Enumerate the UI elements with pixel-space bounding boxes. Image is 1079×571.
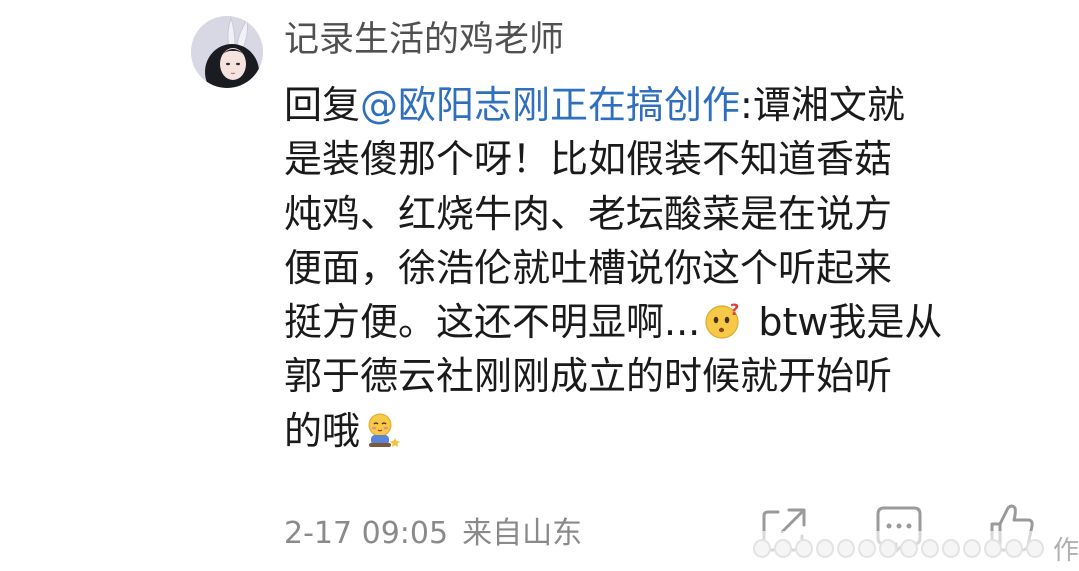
watermark-dot — [984, 538, 1002, 558]
reply-prefix: 回复 — [284, 83, 361, 127]
comment-line: 的哦 — [284, 404, 1054, 458]
comment-text: 回复@欧阳志刚正在搞创作:谭湘文就 是装傻那个呀！比如假装不知道香菇 炖鸡、红烧… — [284, 78, 1054, 458]
watermark-dot — [774, 538, 792, 558]
comment-meta: 2-17 09:05 来自山东 — [284, 514, 582, 554]
watermark-dot — [942, 538, 960, 558]
comment-line: 挺方便。这还不明显啊... ? btw我是从 — [284, 295, 1054, 349]
timestamp: 2-17 09:05 — [284, 516, 449, 551]
comment-line-text: btw我是从 — [746, 300, 943, 345]
watermark-dot — [858, 538, 876, 558]
doubt-emoji-icon: ? — [703, 301, 743, 341]
watermark-dot — [1026, 538, 1044, 558]
watermark-dot — [837, 538, 855, 558]
comment-line: 回复@欧阳志刚正在搞创作:谭湘文就 — [284, 78, 1054, 132]
comment-line: 炖鸡、红烧牛肉、老坛酸菜是在说方 — [284, 191, 893, 236]
comment-line: 便面，徐浩伦就吐槽说你这个听起来 — [284, 245, 893, 290]
svg-text:?: ? — [730, 301, 739, 319]
comment-line-text: :谭湘文就 — [740, 83, 905, 127]
comment-line-text: 挺方便。这还不明显啊... — [284, 300, 701, 345]
location: 来自山东 — [462, 516, 583, 551]
username[interactable]: 记录生活的鸡老师 — [284, 18, 564, 62]
comment-line: 郭于德云社刚刚成立的时候就开始听 — [284, 354, 893, 399]
watermark: 作 — [749, 531, 1079, 566]
watermark-dot — [921, 538, 939, 558]
comment-line: 是装傻那个呀！比如假装不知道香菇 — [284, 137, 893, 182]
watermark-dot — [879, 538, 897, 558]
watermark-text: 作 — [1053, 535, 1079, 566]
watermark-dot — [900, 538, 918, 558]
watermark-dot — [753, 538, 771, 558]
mention-link[interactable]: @欧阳志刚正在搞创作 — [360, 83, 740, 127]
watermark-dot — [1005, 538, 1023, 558]
watermark-dot — [816, 538, 834, 558]
watermark-dot — [963, 538, 981, 558]
watermark-dot — [795, 538, 813, 558]
shy-emoji-icon — [363, 410, 403, 450]
comment-line-text: 的哦 — [284, 408, 361, 453]
avatar[interactable] — [191, 16, 263, 88]
